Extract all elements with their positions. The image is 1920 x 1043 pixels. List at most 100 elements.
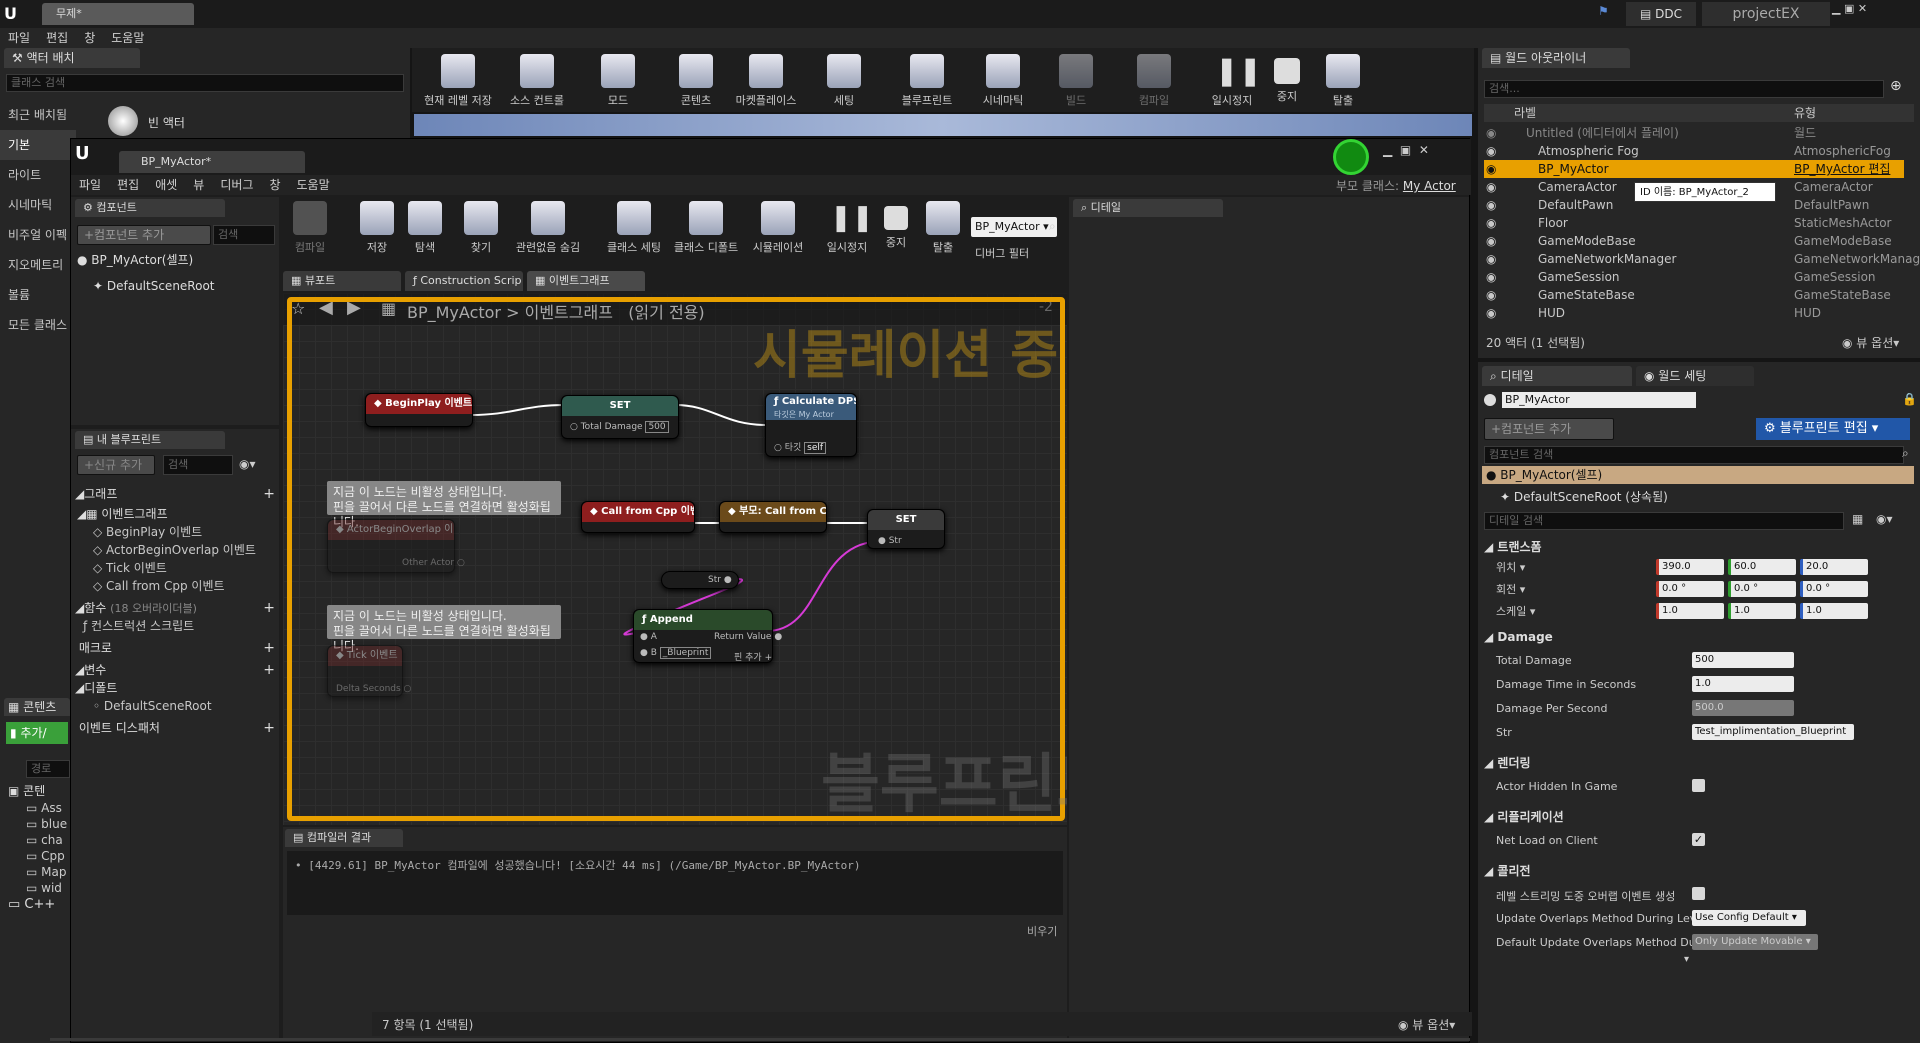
category-all-classes[interactable]: 모든 클래스 [0, 310, 76, 340]
content-browser-tab[interactable]: ▦ 콘텐츠 [4, 698, 70, 716]
visibility-eye-icon[interactable]: ◉ [1486, 286, 1496, 304]
components-tab[interactable]: ⚙ 컴포넌트 [75, 199, 225, 217]
parent-call-node[interactable]: ◆ 부모: Call from Cpp [719, 501, 827, 533]
debug-object-select[interactable]: BP_MyActor ▾ [971, 217, 1057, 237]
add-new-bp-button[interactable]: +신규 추가 [77, 455, 155, 475]
other-actor-pin[interactable]: Other Actor ○ [402, 558, 465, 568]
class-settings-button[interactable]: 클래스 세팅 [601, 201, 667, 255]
collision-section[interactable]: ◢ 콜리전 [1484, 862, 1531, 879]
hide-unrelated-button[interactable]: 관련없음 숨김 [507, 201, 589, 255]
clear-button[interactable]: 비우기 [1027, 923, 1057, 939]
edit-blueprint-button[interactable]: ⚙ 블루프린트 편집 ▾ [1756, 418, 1910, 440]
event-item[interactable]: ◇ Tick 이벤트 [93, 559, 167, 577]
graph-canvas[interactable]: ☆ ◀ ▶ ▦ BP_MyActor > 이벤트그래프 (읽기 전용) -2 시… [283, 293, 1067, 825]
damage-time-input[interactable]: 1.0 [1692, 676, 1794, 692]
outliner-row[interactable]: ◉ HUD HUD [1484, 304, 1904, 322]
outliner-row[interactable]: ◉ Floor StaticMeshActor [1484, 214, 1904, 232]
menu-file[interactable]: 파일 [0, 28, 38, 48]
bp-menu-view[interactable]: 뷰 [185, 175, 212, 195]
eye-icon[interactable]: ◉▾ [1876, 512, 1893, 526]
category-volumes[interactable]: 볼륨 [0, 280, 76, 310]
location-x-input[interactable]: 390.0 [1656, 559, 1724, 575]
add-variable-icon[interactable]: + [263, 661, 275, 679]
str-input[interactable]: Test_implimentation_Blueprint [1692, 724, 1854, 740]
minimize-icon[interactable]: ▁ [1383, 143, 1392, 157]
maximize-icon[interactable]: ▣ [1400, 143, 1411, 157]
outliner-search-input[interactable]: 검색... [1484, 80, 1884, 98]
beginplay-node[interactable]: ◆ BeginPlay 이벤트 [365, 393, 473, 427]
bp-menu-window[interactable]: 창 [261, 175, 288, 195]
add-component-button[interactable]: +컴포넌트 추가 [77, 225, 211, 245]
pause-button[interactable]: ❚❚ 일시정지 [1204, 54, 1262, 108]
total-damage-pin[interactable]: ○ Total Damage 500 [570, 421, 669, 433]
rotation-y-input[interactable]: 0.0 ° [1728, 581, 1796, 597]
label-column-header[interactable]: 라벨 [1514, 104, 1536, 122]
viewport-tab[interactable]: ▦ 뷰포트 [283, 271, 401, 291]
event-graph-tab[interactable]: ▦ 이벤트그래프 [527, 271, 645, 291]
visibility-eye-icon[interactable]: ◉ [1486, 214, 1496, 232]
scale-x-input[interactable]: 1.0 [1656, 603, 1724, 619]
folder-item[interactable]: ▭ blue [26, 816, 67, 832]
variables-section[interactable]: ◢변수 + [75, 661, 275, 679]
outliner-view-options[interactable]: ◉ 뷰 옵션▾ [1842, 334, 1899, 351]
source-control-icon[interactable]: ⚑ [1598, 4, 1616, 22]
close-icon[interactable]: ✕ [1858, 2, 1867, 15]
content-root[interactable]: ▣ 콘텐 [8, 782, 70, 800]
rotation-label[interactable]: 회전 ▾ [1496, 581, 1525, 597]
category-visual-effects[interactable]: 비주얼 이펙 [0, 220, 76, 250]
folder-item[interactable]: ▭ Map [26, 864, 67, 880]
details-search-input[interactable]: 디테일 검색 [1484, 512, 1844, 530]
my-blueprint-tab[interactable]: ▤ 내 블루프린트 [75, 431, 225, 449]
component-self[interactable]: ● BP_MyActor(셀프) [77, 251, 193, 269]
world-outliner-tab[interactable]: ▤ 월드 아웃라이너 [1482, 48, 1630, 68]
my-blueprint-search-input[interactable]: 검색 [163, 455, 233, 475]
eye-icon[interactable]: ◉▾ [239, 457, 256, 471]
visibility-eye-icon[interactable]: ◉ [1486, 250, 1496, 268]
details-tab[interactable]: ⌕ 디테일 [1482, 366, 1632, 386]
maximize-icon[interactable]: ▣ [1844, 2, 1854, 15]
folder-item[interactable]: ▭ cha [26, 832, 67, 848]
net-load-checkbox[interactable]: ✓ [1692, 833, 1705, 846]
event-item[interactable]: ◇ BeginPlay 이벤트 [93, 523, 202, 541]
path-search-input[interactable]: 경로 [26, 760, 70, 778]
close-icon[interactable]: ✕ [1419, 143, 1429, 157]
location-y-input[interactable]: 60.0 [1728, 559, 1796, 575]
content-button[interactable]: 콘텐츠 [668, 54, 724, 108]
parent-class-link[interactable]: My Actor [1403, 179, 1456, 193]
view-options-button[interactable]: ◉ 뷰 옵션▾ [1398, 1016, 1455, 1033]
grid-view-icon[interactable]: ▦ [1852, 512, 1863, 526]
replication-section[interactable]: ◢ 리플리케이션 [1484, 808, 1564, 825]
set-total-damage-node[interactable]: SET ○ Total Damage 500 [561, 395, 679, 439]
append-node[interactable]: ƒ Append ● A Return Value ● ● B _Bluepri… [633, 609, 782, 663]
rotation-x-input[interactable]: 0.0 ° [1656, 581, 1724, 597]
add-function-icon[interactable]: + [263, 599, 275, 617]
rotation-z-input[interactable]: 0.0 ° [1800, 581, 1868, 597]
empty-actor-label[interactable]: 빈 액터 [148, 114, 185, 131]
actor-hidden-checkbox[interactable] [1692, 779, 1705, 792]
category-geometry[interactable]: 지오메트리 [0, 250, 76, 280]
build-button[interactable]: 빌드 [1048, 54, 1104, 108]
location-label[interactable]: 위치 ▾ [1496, 559, 1525, 575]
append-a-pin[interactable]: ● A [640, 632, 657, 642]
ddc-button[interactable]: ▤ DDC [1626, 2, 1696, 26]
actor-name-input[interactable]: BP_MyActor [1502, 392, 1696, 408]
world-settings-tab[interactable]: ◉ 월드 세팅 [1636, 366, 1754, 386]
call-from-cpp-node[interactable]: ◆ Call from Cpp 이벤트 [581, 501, 695, 533]
calculate-dps-node[interactable]: ƒ Calculate DPS 타깃은 My Actor ○ 타깃 self [765, 393, 857, 457]
outliner-row[interactable]: ◉ GameNetworkManager GameNetworkManag [1484, 250, 1920, 268]
simulation-button[interactable]: 시뮬레이션 [745, 201, 811, 255]
total-damage-input[interactable]: 500 [1692, 652, 1794, 668]
outliner-row-type[interactable]: BP_MyActor 편집 [1794, 160, 1890, 178]
damage-section[interactable]: ◢ Damage [1484, 630, 1553, 644]
find-button[interactable]: 찾기 [459, 201, 503, 255]
actor-begin-overlap-node[interactable]: ◆ ActorBeginOverlap 이벤트 Other Actor ○ [327, 519, 465, 573]
visibility-eye-icon[interactable]: ◉ [1486, 232, 1496, 250]
outliner-row[interactable]: ◉ GameSession GameSession [1484, 268, 1904, 286]
save-button[interactable]: 저장 [355, 201, 399, 255]
add-macro-icon[interactable]: + [263, 639, 275, 657]
browse-button[interactable]: 탐색 [403, 201, 447, 255]
eject-button[interactable]: 탈출 [1318, 54, 1368, 108]
cinematics-button[interactable]: 시네마틱 [972, 54, 1034, 108]
visibility-eye-icon[interactable]: ◉ [1486, 178, 1496, 196]
lock-icon[interactable]: 🔒 [1902, 392, 1917, 406]
